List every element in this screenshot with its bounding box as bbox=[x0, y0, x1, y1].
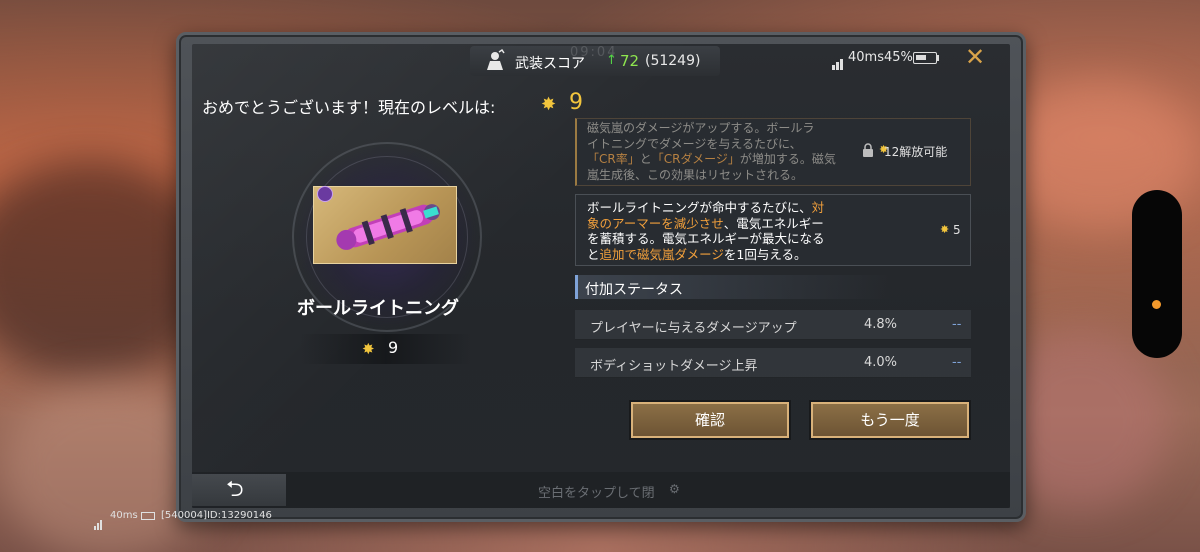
skill-requirement: 5 bbox=[953, 223, 961, 237]
close-button[interactable]: ✕ bbox=[962, 44, 988, 70]
weapon-level: 9 bbox=[388, 338, 399, 357]
lock-icon bbox=[863, 143, 873, 157]
battery-icon bbox=[141, 512, 155, 520]
side-indicator-dot bbox=[1152, 300, 1161, 309]
armed-score-value: 72 bbox=[620, 52, 640, 70]
stat-value: 4.8% bbox=[864, 317, 898, 332]
weapon-name: ボールライトニング bbox=[297, 298, 459, 319]
gear-icon: ⚙ bbox=[669, 482, 680, 496]
congrats-message: おめでとうございます！現在のレベルは: bbox=[202, 98, 496, 117]
stat-label: ボディショットダメージ上昇 bbox=[590, 359, 758, 374]
retry-button[interactable]: もう一度 bbox=[811, 402, 969, 438]
stat-label: プレイヤーに与えるダメージアップ bbox=[590, 321, 797, 336]
armed-score-total: (51249) bbox=[645, 53, 701, 69]
stat-value: 4.0% bbox=[864, 355, 898, 370]
score-up-arrow-icon: ↑ bbox=[606, 53, 617, 68]
network-status: 40ms45% bbox=[848, 50, 913, 65]
tap-to-close-hint: 空白をタップして閉 bbox=[538, 486, 655, 501]
star-icon: ✸ bbox=[940, 223, 950, 236]
current-level: 9 bbox=[569, 90, 583, 115]
weapon-icon bbox=[336, 204, 440, 250]
star-icon: ✸ bbox=[362, 340, 375, 358]
skill-description-locked: 磁気嵐のダメージがアップする。ボールラ イトニングでダメージを与えるたびに、 「… bbox=[587, 121, 836, 182]
armed-score-label: 武装スコア bbox=[515, 56, 585, 72]
signal-icon bbox=[94, 511, 103, 530]
battery-cap bbox=[937, 55, 939, 61]
side-handle[interactable] bbox=[1132, 190, 1182, 358]
soldier-icon bbox=[487, 48, 505, 70]
return-arrow-icon: ⮌ bbox=[226, 477, 244, 502]
star-icon: ✸ bbox=[541, 94, 557, 115]
player-id: [540004]ID:13290146 bbox=[161, 510, 272, 521]
battery-icon bbox=[913, 52, 937, 64]
footer-ping: 40ms bbox=[110, 510, 138, 521]
stat-next-value: -- bbox=[952, 317, 962, 332]
weapon-level-bar bbox=[300, 334, 472, 364]
signal-icon bbox=[832, 51, 844, 70]
weapon-image-card bbox=[313, 186, 457, 264]
stat-next-value: -- bbox=[952, 355, 962, 370]
unlock-requirement: 12解放可能 bbox=[884, 145, 948, 159]
confirm-button[interactable]: 確認 bbox=[631, 402, 789, 438]
additional-status-title: 付加ステータス bbox=[585, 282, 683, 298]
weapon-rarity-badge bbox=[317, 186, 333, 202]
skill-description: ボールライトニングが命中するたびに、対 象のアーマーを減少させ、電気エネルギー … bbox=[587, 200, 825, 262]
